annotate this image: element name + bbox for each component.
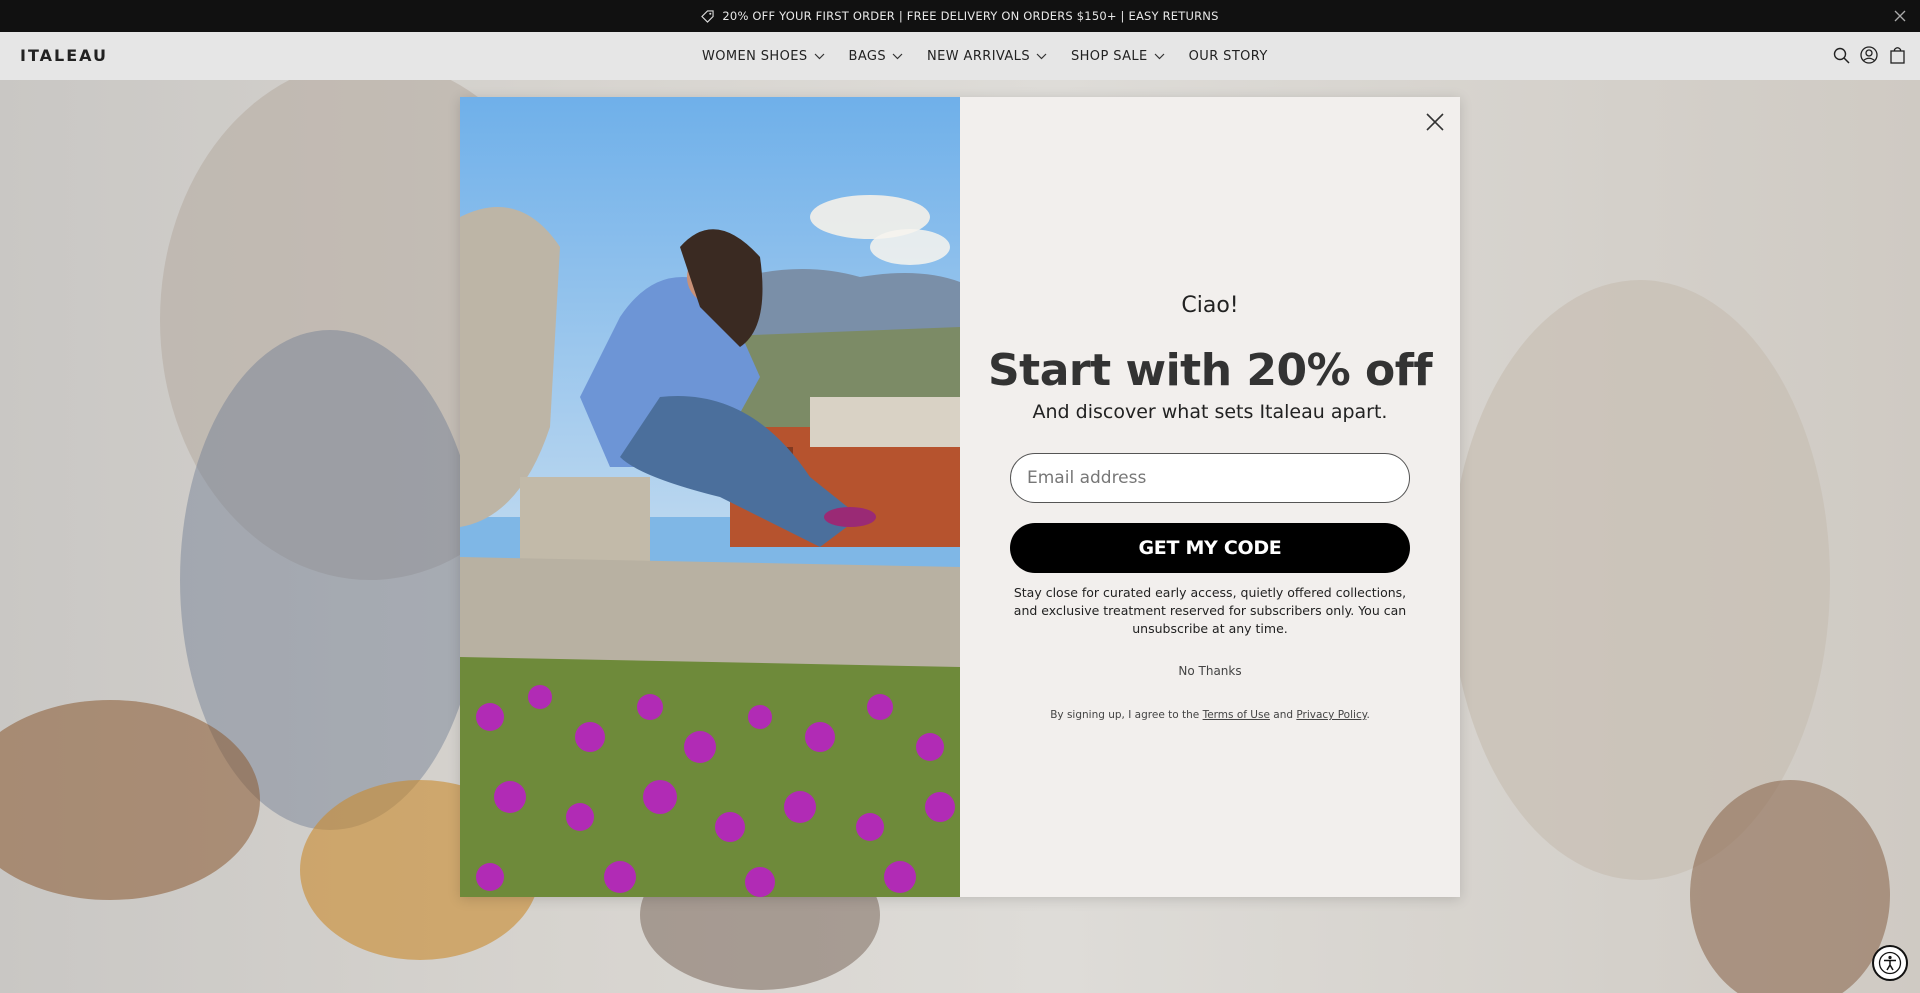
legal-and: and [1273,709,1294,721]
cart-icon[interactable] [1888,46,1906,64]
legal-notice: By signing up, I agree to the Terms of U… [960,709,1460,721]
close-modal-icon[interactable] [1424,111,1446,133]
nav-item-new-arrivals[interactable]: NEW ARRIVALS [927,49,1047,64]
nav-item-label: BAGS [848,48,887,64]
close-icon[interactable] [1892,8,1908,24]
nav-item-bags[interactable]: BAGS [849,49,904,64]
site-header: ITALEAU WOMEN SHOES BAGS NEW ARRIVALS SH… [0,32,1920,80]
tag-icon [701,9,715,23]
main-nav: WOMEN SHOES BAGS NEW ARRIVALS SHOP SALE … [702,32,1292,80]
privacy-policy-link[interactable]: Privacy Policy [1296,709,1366,721]
modal-greeting: Ciao! [1181,293,1239,318]
terms-of-use-link[interactable]: Terms of Use [1203,709,1270,721]
header-actions [1832,46,1906,64]
modal-subheading: And discover what sets Italeau apart. [1032,401,1388,423]
chevron-down-icon [1036,53,1047,60]
modal-headline: Start with 20% off [987,345,1433,396]
legal-suffix: . [1366,709,1370,721]
nav-item-label: WOMEN SHOES [702,48,808,64]
nav-item-label: OUR STORY [1188,48,1268,64]
chevron-down-icon [814,53,825,60]
nav-item-women-shoes[interactable]: WOMEN SHOES [702,49,825,64]
nav-item-label: SHOP SALE [1070,48,1148,64]
announcement-bar: 20% OFF YOUR FIRST ORDER | FREE DELIVERY… [0,0,1920,32]
email-field[interactable] [1010,453,1410,503]
search-icon[interactable] [1832,46,1850,64]
nav-item-label: NEW ARRIVALS [927,48,1030,64]
account-icon[interactable] [1860,46,1878,64]
no-thanks-link[interactable]: No Thanks [960,664,1460,678]
nav-item-shop-sale[interactable]: SHOP SALE [1071,49,1165,64]
chevron-down-icon [1154,53,1165,60]
announcement-text: 20% OFF YOUR FIRST ORDER | FREE DELIVERY… [722,9,1219,23]
site-logo[interactable]: ITALEAU [20,46,108,65]
accessibility-icon[interactable] [1872,945,1908,981]
modal-lifestyle-image [460,97,960,897]
chevron-down-icon [892,53,903,60]
nav-item-our-story[interactable]: OUR STORY [1189,49,1268,64]
get-my-code-button[interactable]: GET MY CODE [1010,523,1410,573]
modal-description: Stay close for curated early access, qui… [1013,585,1407,636]
modal-content: Ciao! Start with 20% off And discover wh… [960,97,1460,897]
signup-modal: Ciao! Start with 20% off And discover wh… [460,97,1460,897]
legal-prefix: By signing up, I agree to the [1050,709,1200,721]
